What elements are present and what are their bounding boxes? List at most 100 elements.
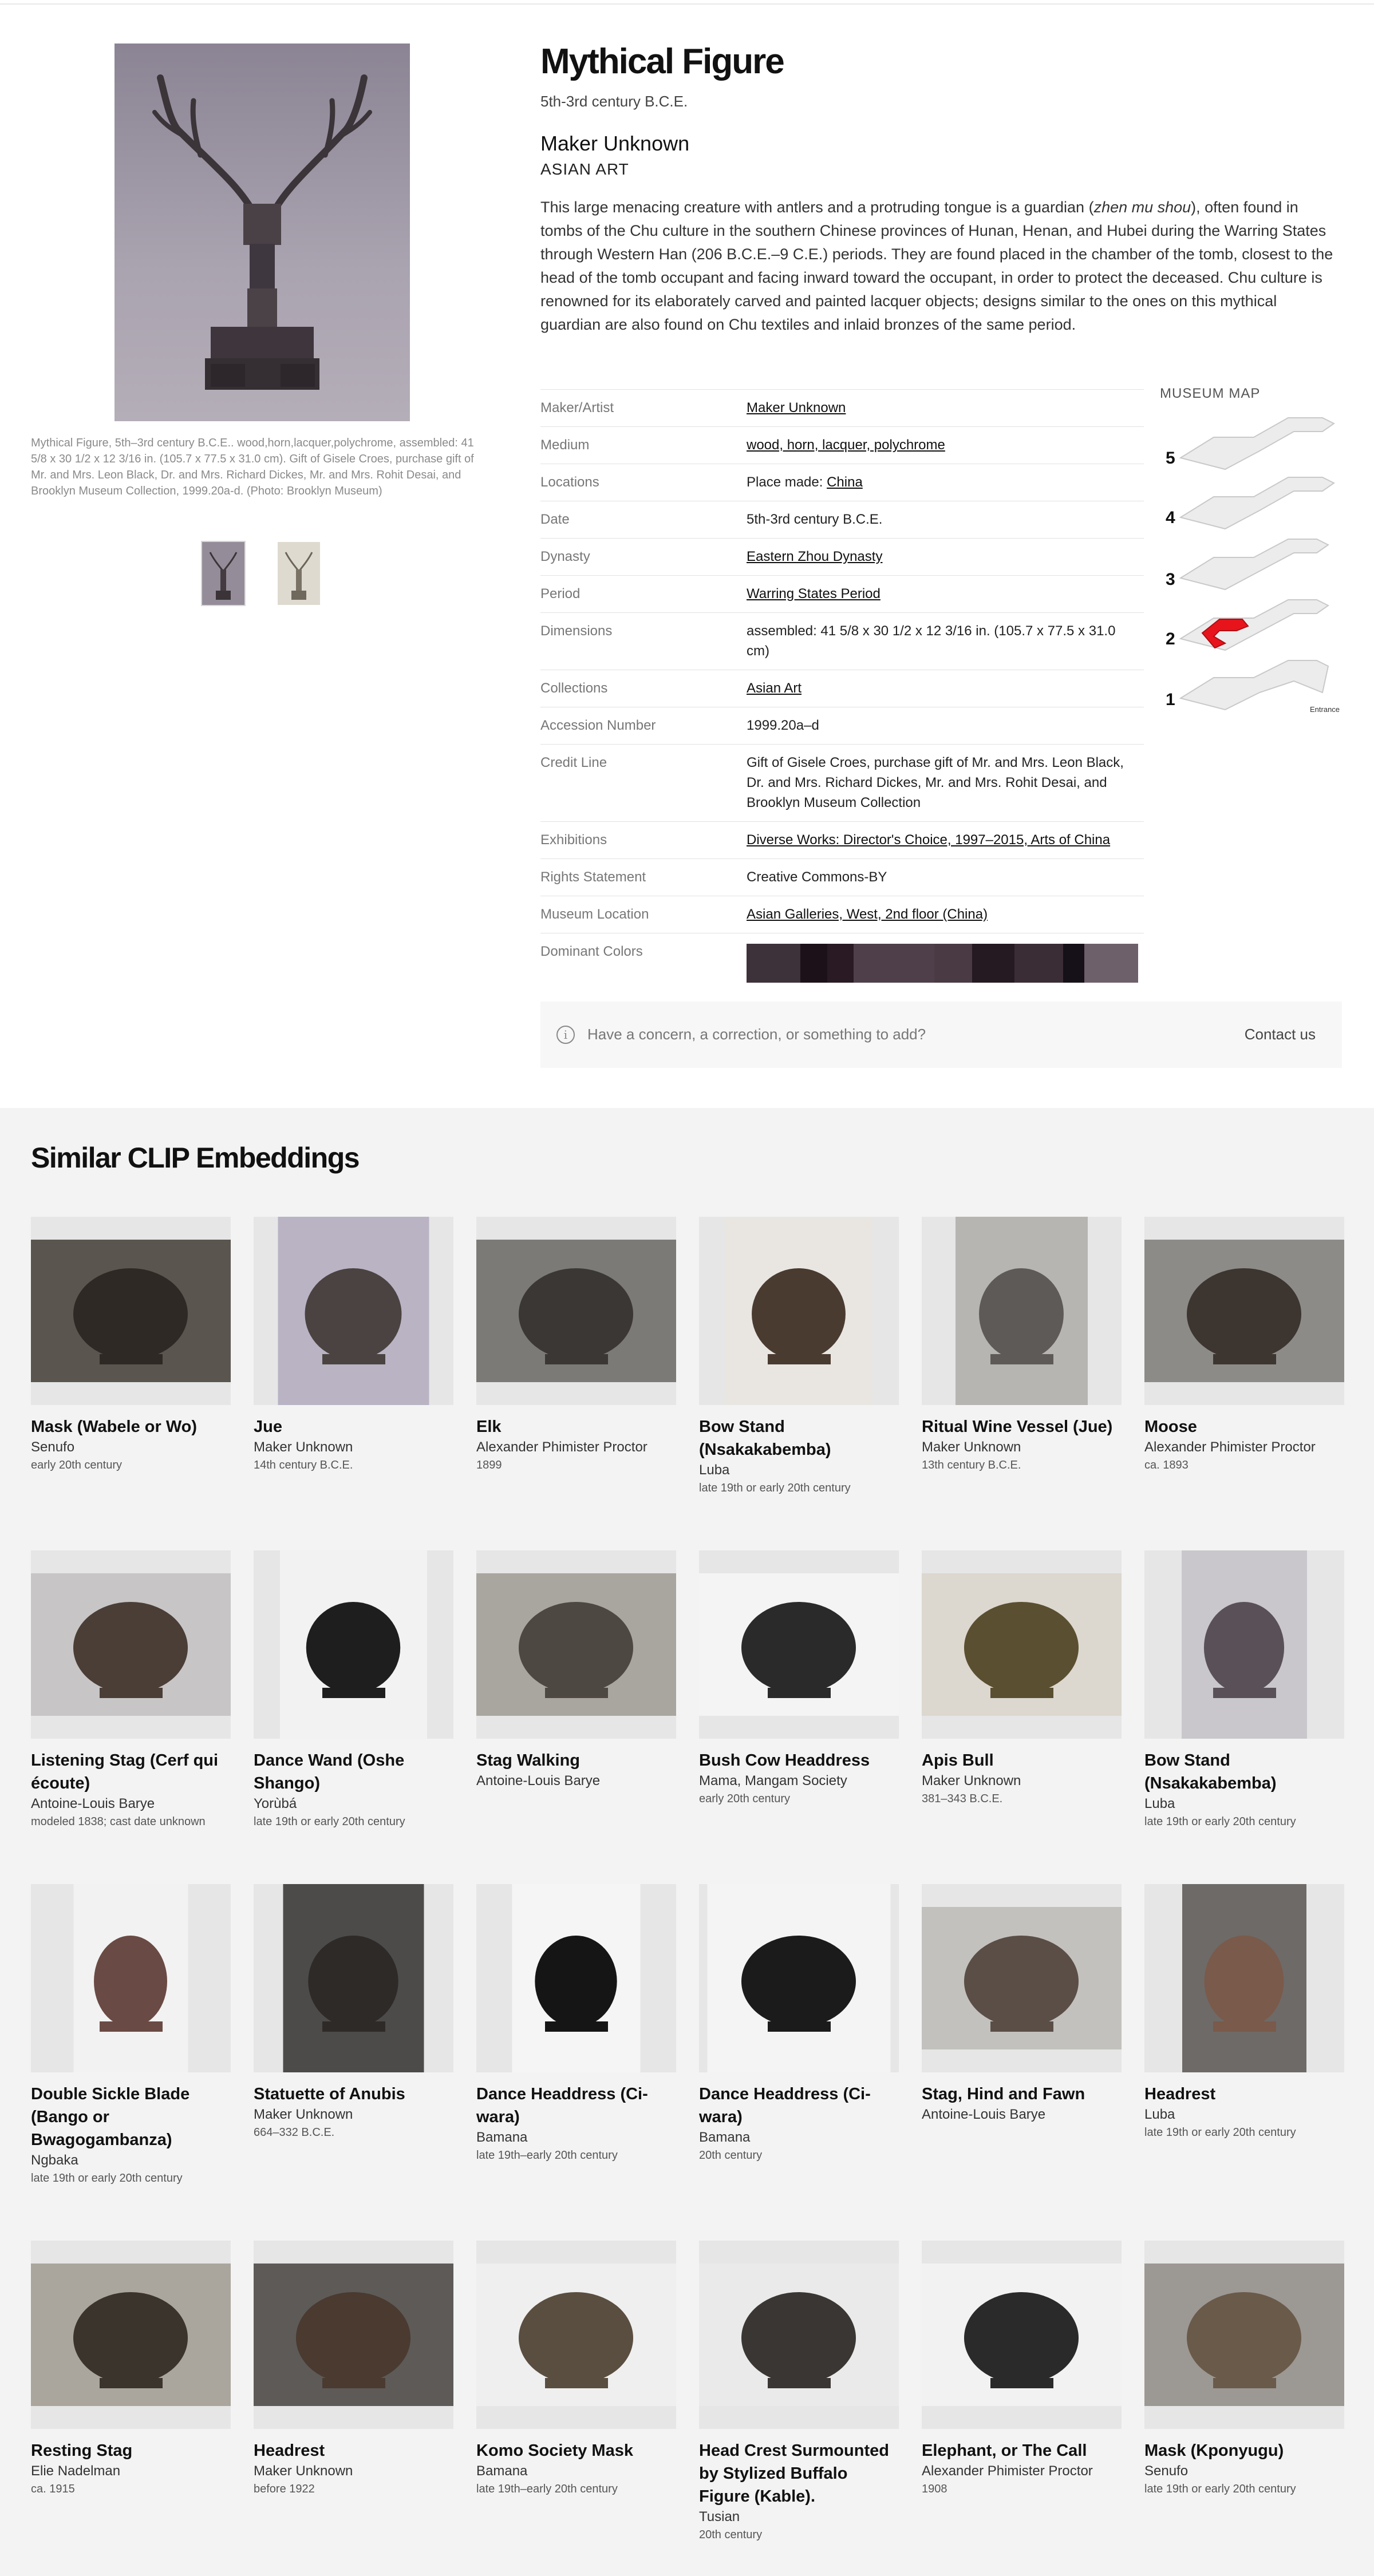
medium-link[interactable]: wood, horn, lacquer, polychrome xyxy=(747,437,945,453)
similar-card-title[interactable]: Dance Headdress (Ci-wara) xyxy=(476,2083,676,2128)
similar-card-date: late 19th or early 20th century xyxy=(1144,1815,1296,1828)
similar-card[interactable]: Jue Maker Unknown 14th century B.C.E. xyxy=(254,1217,453,1474)
detail-row-dynasty: Dynasty Eastern Zhou Dynasty xyxy=(540,539,1144,576)
main-object-photo[interactable] xyxy=(114,43,410,421)
similar-card[interactable]: Stag Walking Antoine-Louis Barye xyxy=(476,1550,676,1790)
similar-card-title[interactable]: Bow Stand (Nsakakabemba) xyxy=(1144,1749,1344,1795)
similar-card-title[interactable]: Moose xyxy=(1144,1415,1344,1438)
dominant-color-swatch xyxy=(800,944,827,983)
details-table: Maker/Artist Maker Unknown Medium wood, … xyxy=(540,389,1144,999)
similar-card[interactable]: Dance Headdress (Ci-wara) Bamana 20th cent… xyxy=(699,1884,899,2164)
dynasty-link[interactable]: Eastern Zhou Dynasty xyxy=(747,549,882,564)
similar-card-image[interactable] xyxy=(1144,1884,1344,2072)
thumbnail-2[interactable] xyxy=(278,542,320,605)
location-link[interactable]: China xyxy=(827,474,863,490)
similar-card[interactable]: Komo Society Mask Bamana late 19th–early 2… xyxy=(476,2241,676,2498)
similar-card-title[interactable]: Mask (Kponyugu) xyxy=(1144,2439,1344,2462)
similar-card[interactable]: Head Crest Surmounted by Stylized Buffal… xyxy=(699,2241,899,2543)
similar-card-image[interactable] xyxy=(699,1550,899,1739)
floor-2-label[interactable]: 2 xyxy=(1166,630,1175,649)
similar-card-title[interactable]: Dance Wand (Oshe Shango) xyxy=(254,1749,453,1795)
similar-card-title[interactable]: Jue xyxy=(254,1415,453,1438)
similar-card[interactable]: Mask (Wabele or Wo) Senufo early 20th cent… xyxy=(31,1217,231,1474)
similar-card-image[interactable] xyxy=(922,1217,1122,1405)
similar-card[interactable]: Moose Alexander Phimister Proctor ca. 1893 xyxy=(1144,1217,1344,1474)
similar-card-image[interactable] xyxy=(699,1217,899,1405)
similar-card-image[interactable] xyxy=(476,1550,676,1739)
similar-card-title[interactable]: Head Crest Surmounted by Stylized Buffal… xyxy=(699,2439,899,2508)
similar-card-image[interactable] xyxy=(1144,1550,1344,1739)
similar-card-image[interactable] xyxy=(922,1884,1122,2072)
similar-card-title[interactable]: Statuette of Anubis xyxy=(254,2083,453,2106)
similar-card-image[interactable] xyxy=(476,1884,676,2072)
similar-card[interactable]: Bow Stand (Nsakakabemba) Luba late 19th or… xyxy=(699,1217,899,1497)
similar-card-title[interactable]: Headrest xyxy=(254,2439,453,2462)
similar-card-image[interactable] xyxy=(922,1550,1122,1739)
similar-card-title[interactable]: Bow Stand (Nsakakabemba) xyxy=(699,1415,899,1461)
contact-us-link[interactable]: Contact us xyxy=(1245,1026,1316,1043)
similar-card-title[interactable]: Double Sickle Blade (Bango or Bwagogamba… xyxy=(31,2083,231,2151)
similar-card-image[interactable] xyxy=(254,1550,453,1739)
similar-card[interactable]: Apis Bull Maker Unknown 381–343 B.C.E. xyxy=(922,1550,1122,1807)
similar-card-image[interactable] xyxy=(1144,2241,1344,2429)
similar-card[interactable]: Double Sickle Blade (Bango or Bwagogamba… xyxy=(31,1884,231,2187)
floor-1-label[interactable]: 1 xyxy=(1166,690,1175,710)
similar-card[interactable]: Headrest Maker Unknown before 1922 xyxy=(254,2241,453,2498)
similar-card-title[interactable]: Apis Bull xyxy=(922,1749,1122,1772)
similar-card-image[interactable] xyxy=(476,2241,676,2429)
similar-card-image[interactable] xyxy=(699,2241,899,2429)
similar-card[interactable]: Bow Stand (Nsakakabemba) Luba late 19th or… xyxy=(1144,1550,1344,1830)
floor-4-label[interactable]: 4 xyxy=(1166,508,1175,528)
similar-card[interactable]: Dance Headdress (Ci-wara) Bamana late 19th… xyxy=(476,1884,676,2164)
similar-card-image[interactable] xyxy=(31,1550,231,1739)
similar-card-title[interactable]: Ritual Wine Vessel (Jue) xyxy=(922,1415,1122,1438)
floor-3-label[interactable]: 3 xyxy=(1166,570,1175,589)
thumbnail-1[interactable] xyxy=(201,541,246,606)
similar-card-image[interactable] xyxy=(699,1884,899,2072)
similar-card-title[interactable]: Komo Society Mask xyxy=(476,2439,676,2462)
similar-card-image[interactable] xyxy=(254,2241,453,2429)
similar-card[interactable]: Statuette of Anubis Maker Unknown 664–332 … xyxy=(254,1884,453,2141)
similar-card-maker: Senufo xyxy=(31,1439,75,1455)
similar-card-image[interactable] xyxy=(31,1884,231,2072)
similar-card-title[interactable]: Bush Cow Headdress xyxy=(699,1749,899,1772)
similar-card-title[interactable]: Stag, Hind and Fawn xyxy=(922,2083,1122,2106)
similar-card-title[interactable]: Mask (Wabele or Wo) xyxy=(31,1415,231,1438)
similar-card[interactable]: Ritual Wine Vessel (Jue) Maker Unknown 13t… xyxy=(922,1217,1122,1474)
description-text: This large menacing creature with antler… xyxy=(540,199,1333,333)
similar-card-image[interactable] xyxy=(31,2241,231,2429)
exhibition-link[interactable]: Diverse Works: Director's Choice, 1997–2… xyxy=(747,832,1110,848)
similar-card-image[interactable] xyxy=(1144,1217,1344,1405)
object-maker[interactable]: Maker Unknown xyxy=(540,132,689,156)
similar-card[interactable]: Listening Stag (Cerf qui écoute) Antoine-… xyxy=(31,1550,231,1830)
object-department[interactable]: ASIAN ART xyxy=(540,160,629,179)
similar-card[interactable]: Bush Cow Headdress Mama, Mangam Society ea… xyxy=(699,1550,899,1807)
similar-card-image[interactable] xyxy=(254,1217,453,1405)
museum-location-link[interactable]: Asian Galleries, West, 2nd floor (China) xyxy=(747,907,988,922)
collections-link[interactable]: Asian Art xyxy=(747,680,802,696)
similar-card-maker: Luba xyxy=(1144,2107,1175,2122)
similar-card[interactable]: Elk Alexander Phimister Proctor 1899 xyxy=(476,1217,676,1474)
similar-card-image[interactable] xyxy=(254,1884,453,2072)
dominant-colors-bar xyxy=(747,944,1138,983)
similar-card-image[interactable] xyxy=(476,1217,676,1405)
similar-card[interactable]: Resting Stag Elie Nadelman ca. 1915 xyxy=(31,2241,231,2498)
similar-card[interactable]: Mask (Kponyugu) Senufo late 19th or early … xyxy=(1144,2241,1344,2498)
similar-card-title[interactable]: Elk xyxy=(476,1415,676,1438)
similar-card[interactable]: Elephant, or The Call Alexander Phimister… xyxy=(922,2241,1122,2498)
similar-card-title[interactable]: Elephant, or The Call xyxy=(922,2439,1122,2462)
similar-card[interactable]: Stag, Hind and Fawn Antoine-Louis Barye xyxy=(922,1884,1122,2124)
similar-card-title[interactable]: Headrest xyxy=(1144,2083,1344,2106)
similar-card[interactable]: Dance Wand (Oshe Shango) Yorùbá late 19th … xyxy=(254,1550,453,1830)
period-link[interactable]: Warring States Period xyxy=(747,586,881,602)
similar-card-image[interactable] xyxy=(31,1217,231,1405)
museum-map[interactable] xyxy=(1179,412,1351,721)
floor-5-label[interactable]: 5 xyxy=(1166,449,1175,468)
similar-card[interactable]: Headrest Luba late 19th or early 20th cent… xyxy=(1144,1884,1344,2141)
similar-card-title[interactable]: Stag Walking xyxy=(476,1749,676,1772)
similar-card-title[interactable]: Resting Stag xyxy=(31,2439,231,2462)
similar-card-title[interactable]: Dance Headdress (Ci-wara) xyxy=(699,2083,899,2128)
maker-link[interactable]: Maker Unknown xyxy=(747,400,846,416)
similar-card-title[interactable]: Listening Stag (Cerf qui écoute) xyxy=(31,1749,231,1795)
similar-card-image[interactable] xyxy=(922,2241,1122,2429)
